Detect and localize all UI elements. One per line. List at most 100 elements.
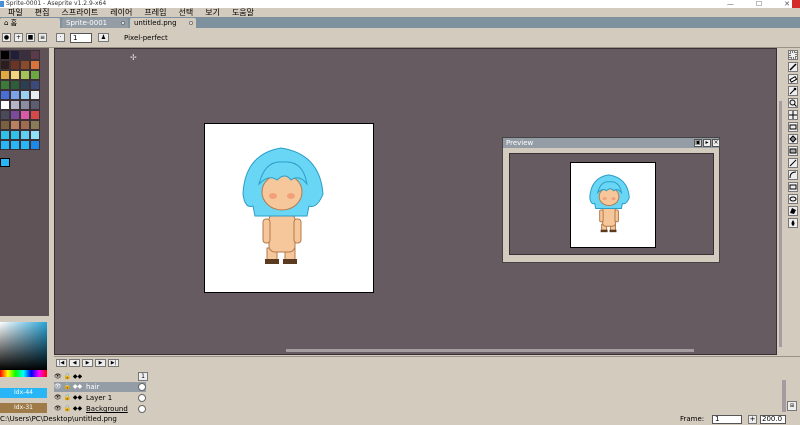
zoom-plus-button[interactable]: +: [748, 415, 757, 424]
tab-sprite-0001[interactable]: Sprite-0001: [62, 18, 128, 28]
play-button[interactable]: ▶: [82, 359, 93, 367]
gradient-tool-button[interactable]: [788, 146, 798, 156]
horizontal-scrollbar[interactable]: [286, 349, 694, 352]
tab-untitled[interactable]: untitled.png: [130, 18, 196, 28]
palette-swatch[interactable]: [20, 60, 30, 70]
preview-mode-button[interactable]: ▣: [694, 139, 702, 147]
ellipse-tool-button[interactable]: [788, 194, 798, 204]
palette-swatch[interactable]: [20, 110, 30, 120]
palette-swatch[interactable]: [0, 110, 10, 120]
palette-swatch[interactable]: [0, 60, 10, 70]
palette-swatch[interactable]: [10, 80, 20, 90]
contour-tool-button[interactable]: [788, 206, 798, 216]
palette-swatch[interactable]: [10, 60, 20, 70]
palette-swatch[interactable]: [20, 90, 30, 100]
menu-frame[interactable]: 프레임: [144, 8, 166, 17]
next-frame-button[interactable]: ▶: [95, 359, 106, 367]
cel-layer1-frame-1[interactable]: [138, 394, 146, 402]
palette-swatch[interactable]: [0, 130, 10, 140]
palette-swatch[interactable]: [10, 130, 20, 140]
previous-frame-button[interactable]: ◀: [69, 359, 80, 367]
palette-swatch[interactable]: [30, 80, 40, 90]
maximize-button[interactable]: ☐: [756, 0, 762, 8]
timeline-toggle-button[interactable]: ⊞: [787, 401, 797, 411]
brush-shape-line-button[interactable]: ≡: [38, 33, 47, 42]
eyedropper-tool-button[interactable]: [788, 86, 798, 96]
palette-swatch[interactable]: [0, 140, 10, 150]
curve-tool-button[interactable]: [788, 170, 798, 180]
palette-swatch[interactable]: [30, 90, 40, 100]
palette-swatch[interactable]: [10, 120, 20, 130]
palette-swatch[interactable]: [20, 140, 30, 150]
palette-swatch[interactable]: [20, 100, 30, 110]
palette-swatch[interactable]: [10, 110, 20, 120]
menu-help[interactable]: 도움말: [232, 8, 254, 17]
palette-swatch[interactable]: [0, 70, 10, 80]
sprite-canvas[interactable]: [204, 123, 374, 293]
line-tool-button[interactable]: [788, 158, 798, 168]
marquee-tool-button[interactable]: [788, 50, 798, 60]
close-button[interactable]: ✕: [784, 0, 790, 8]
eraser-tool-button[interactable]: [788, 74, 798, 84]
palette-swatch[interactable]: [0, 50, 10, 60]
palette-swatch[interactable]: [30, 140, 40, 150]
frame-input[interactable]: 1: [712, 415, 742, 424]
palette-swatch[interactable]: [30, 60, 40, 70]
last-frame-button[interactable]: ▶|: [108, 359, 119, 367]
brush-shape-square-button[interactable]: ■: [26, 33, 35, 42]
palette-swatch[interactable]: [10, 100, 20, 110]
layer-row-hair[interactable]: 👁 🔒 ◆◆ hair: [54, 382, 146, 392]
zoom-input[interactable]: 200.0: [760, 415, 786, 424]
palette-swatch[interactable]: [10, 140, 20, 150]
layer-visibility-lock-icons[interactable]: 👁 🔒 ◆◆: [54, 393, 84, 403]
layer-visibility-lock-icons[interactable]: 👁 🔒 ◆◆: [54, 382, 84, 392]
palette-swatch[interactable]: [20, 120, 30, 130]
tab-home[interactable]: ⌂ 홈: [0, 18, 60, 28]
vertical-scrollbar[interactable]: [779, 101, 782, 347]
menu-edit[interactable]: 편집: [35, 8, 50, 17]
brush-angle-button[interactable]: ·: [56, 33, 65, 42]
palette-swatch[interactable]: [20, 70, 30, 80]
layer-row-background[interactable]: 👁 🔒 ◆◆ Background: [54, 404, 146, 414]
palette-swatch[interactable]: [30, 120, 40, 130]
layer-visibility-lock-icons[interactable]: 👁 🔒 ◆◆: [54, 404, 84, 414]
preview-title-bar[interactable]: Preview: [503, 138, 719, 148]
color-spectrum-picker[interactable]: [0, 322, 47, 370]
palette-swatch[interactable]: [10, 70, 20, 80]
menu-view[interactable]: 보기: [205, 8, 220, 17]
rectangle-tool-button[interactable]: [788, 182, 798, 192]
move-tool-button[interactable]: [788, 110, 798, 120]
hue-slider[interactable]: [0, 370, 47, 377]
palette-swatch[interactable]: [10, 90, 20, 100]
palette-swatch[interactable]: [30, 70, 40, 80]
blur-tool-button[interactable]: [788, 218, 798, 228]
palette-swatch[interactable]: [30, 50, 40, 60]
cel-background-frame-1[interactable]: [138, 405, 146, 413]
brush-shape-plus-button[interactable]: +: [14, 33, 23, 42]
pixel-perfect-toggle[interactable]: Pixel-perfect: [124, 34, 168, 42]
palette-swatch[interactable]: [30, 110, 40, 120]
palette-selected-swatch[interactable]: [0, 158, 10, 167]
zoom-tool-button[interactable]: [788, 98, 798, 108]
palette-swatch[interactable]: [20, 50, 30, 60]
ink-type-button[interactable]: ♟: [98, 33, 109, 42]
slice-tool-button[interactable]: [788, 122, 798, 132]
palette-swatch[interactable]: [0, 120, 10, 130]
palette-swatch[interactable]: [20, 130, 30, 140]
palette-swatch[interactable]: [0, 80, 10, 90]
palette-swatch[interactable]: [10, 50, 20, 60]
menu-sprite[interactable]: 스프라이트: [61, 8, 98, 17]
palette-swatch[interactable]: [20, 80, 30, 90]
palette-swatch[interactable]: [30, 100, 40, 110]
palette-swatch[interactable]: [0, 100, 10, 110]
menu-layer[interactable]: 레이어: [110, 8, 132, 17]
preview-window[interactable]: Preview ▣ ▸ ×: [502, 137, 720, 263]
pencil-tool-button[interactable]: [788, 62, 798, 72]
first-frame-button[interactable]: |◀: [56, 359, 67, 367]
menu-file[interactable]: 파일: [8, 8, 23, 17]
paint-bucket-tool-button[interactable]: [788, 134, 798, 144]
palette-swatch[interactable]: [30, 130, 40, 140]
background-color-button[interactable]: Idx-31: [0, 403, 47, 413]
preview-play-button[interactable]: ▸: [703, 139, 711, 147]
palette-swatch[interactable]: [0, 90, 10, 100]
